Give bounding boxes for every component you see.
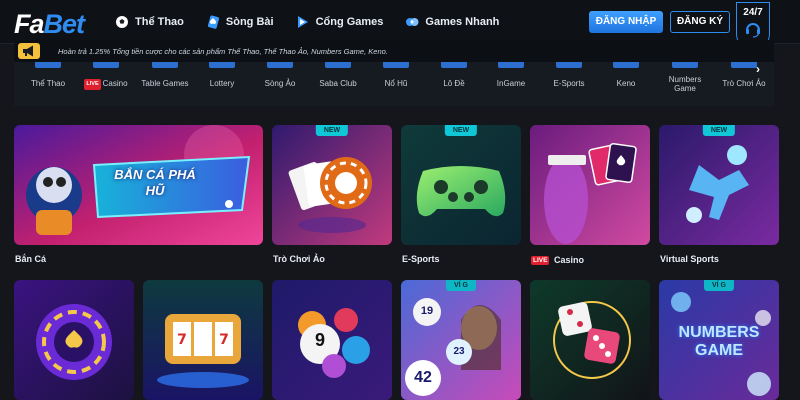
- tile-keno[interactable]: VÍ G 19 23 42: [401, 280, 521, 400]
- top-nav: Thể Thao Sòng Bài Cổng Games Games Nhanh: [115, 0, 521, 44]
- poker-chip-artwork: [14, 280, 134, 400]
- category-the-thao[interactable]: Thể Thao: [22, 62, 74, 106]
- category-e-sports[interactable]: E-Sports: [542, 62, 596, 106]
- headset-icon: [746, 23, 760, 38]
- ball-number: 23: [453, 346, 465, 357]
- live-badge: LIVE: [84, 79, 101, 90]
- vi-g-tag: VÍ G: [445, 280, 477, 291]
- tile-game-chip[interactable]: [14, 280, 134, 400]
- caption-virtual-sports: Virtual Sports: [660, 254, 719, 264]
- category-saba-club[interactable]: Saba Club: [312, 62, 364, 106]
- slot-machine-artwork: 7 7: [143, 280, 263, 400]
- nav-song-bai[interactable]: Sòng Bài: [206, 15, 274, 29]
- ball-number: 9: [314, 330, 325, 350]
- ban-ca-art-title: BẮN CÁ PHÁ HŨ: [114, 167, 196, 198]
- dice-artwork: [530, 280, 650, 400]
- tile-virtual-sports[interactable]: NEW: [659, 125, 779, 245]
- category-scroll-right-arrow[interactable]: ›: [756, 62, 760, 76]
- tile-slot-machine[interactable]: 7 7: [143, 280, 263, 400]
- support-label: 24/7: [743, 7, 763, 18]
- top-bar: FaBet Thể Thao Sòng Bài Cổng Games Games…: [0, 0, 800, 50]
- virtual-game-artwork: [272, 125, 392, 245]
- category-ingame[interactable]: InGame: [485, 62, 537, 106]
- virtual-sports-artwork: [659, 125, 779, 245]
- ball-number: 42: [414, 369, 432, 386]
- fabet-logo[interactable]: FaBet: [14, 9, 85, 40]
- nav-games-nhanh[interactable]: Games Nhanh: [405, 15, 499, 29]
- svg-text:7: 7: [219, 332, 229, 348]
- tile-e-sports[interactable]: NEW: [401, 125, 521, 245]
- category-lottery[interactable]: Lottery: [196, 62, 248, 106]
- tile-ban-ca[interactable]: BẮN CÁ PHÁ HŨ: [14, 125, 263, 245]
- tile-lottery-balls[interactable]: 9: [272, 280, 392, 400]
- caption-tro-choi-ao: Trò Chơi Ảo: [273, 254, 325, 264]
- register-button[interactable]: ĐĂNG KÝ: [670, 11, 730, 33]
- megaphone-icon: [18, 43, 40, 59]
- new-tag: NEW: [315, 125, 349, 136]
- tile-tro-choi-ao[interactable]: NEW: [272, 125, 392, 245]
- announcement-text: Hoàn trả 1.25% Tổng tiền cược cho các sả…: [58, 46, 388, 56]
- tile-casino[interactable]: [530, 125, 650, 245]
- svg-text:7: 7: [177, 332, 187, 348]
- tile-dice[interactable]: [530, 280, 650, 400]
- numbers-game-art-title: NUMBERS GAME: [678, 324, 760, 359]
- gamepad-artwork: [401, 125, 521, 245]
- live-badge: LIVE: [531, 256, 550, 265]
- new-tag: NEW: [702, 125, 736, 136]
- game-portal-icon: [297, 16, 308, 28]
- nav-the-thao[interactable]: Thể Thao: [115, 15, 184, 29]
- caption-ban-ca: Bắn Cá: [15, 254, 47, 264]
- category-keno[interactable]: Keno: [600, 62, 652, 106]
- caption-casino: LIVE Casino: [531, 255, 584, 265]
- ball-number: 19: [420, 305, 434, 317]
- announcement-bar: Hoàn trả 1.25% Tổng tiền cược cho các sả…: [14, 40, 774, 62]
- nav-cong-games[interactable]: Cổng Games: [296, 15, 383, 29]
- category-casino[interactable]: LIVE Casino: [78, 62, 134, 106]
- soccer-ball-icon: [116, 16, 128, 28]
- quick-game-icon: [406, 18, 419, 26]
- new-tag: NEW: [444, 125, 478, 136]
- login-button[interactable]: ĐĂNG NHẬP: [589, 11, 663, 33]
- category-tro-choi-ao[interactable]: Trò Chơi Ảo: [718, 62, 770, 106]
- category-song-ao[interactable]: Sòng Ảo: [254, 62, 306, 106]
- category-bar: Thể Thao LIVE Casino Table Games Lottery …: [14, 62, 774, 106]
- category-table-games[interactable]: Table Games: [138, 62, 192, 106]
- caption-e-sports: E-Sports: [402, 254, 440, 264]
- category-no-hu[interactable]: Nổ Hũ: [370, 62, 422, 106]
- spade-card-icon: [207, 15, 219, 29]
- category-lo-de[interactable]: Lô Đề: [428, 62, 480, 106]
- casino-artwork: [530, 125, 650, 245]
- category-numbers-game[interactable]: Numbers Game: [659, 62, 711, 106]
- vi-g-tag: VÍ G: [703, 280, 735, 291]
- lottery-balls-artwork: [272, 280, 392, 400]
- tile-numbers-game[interactable]: VÍ G NUMBERS GAME: [659, 280, 779, 400]
